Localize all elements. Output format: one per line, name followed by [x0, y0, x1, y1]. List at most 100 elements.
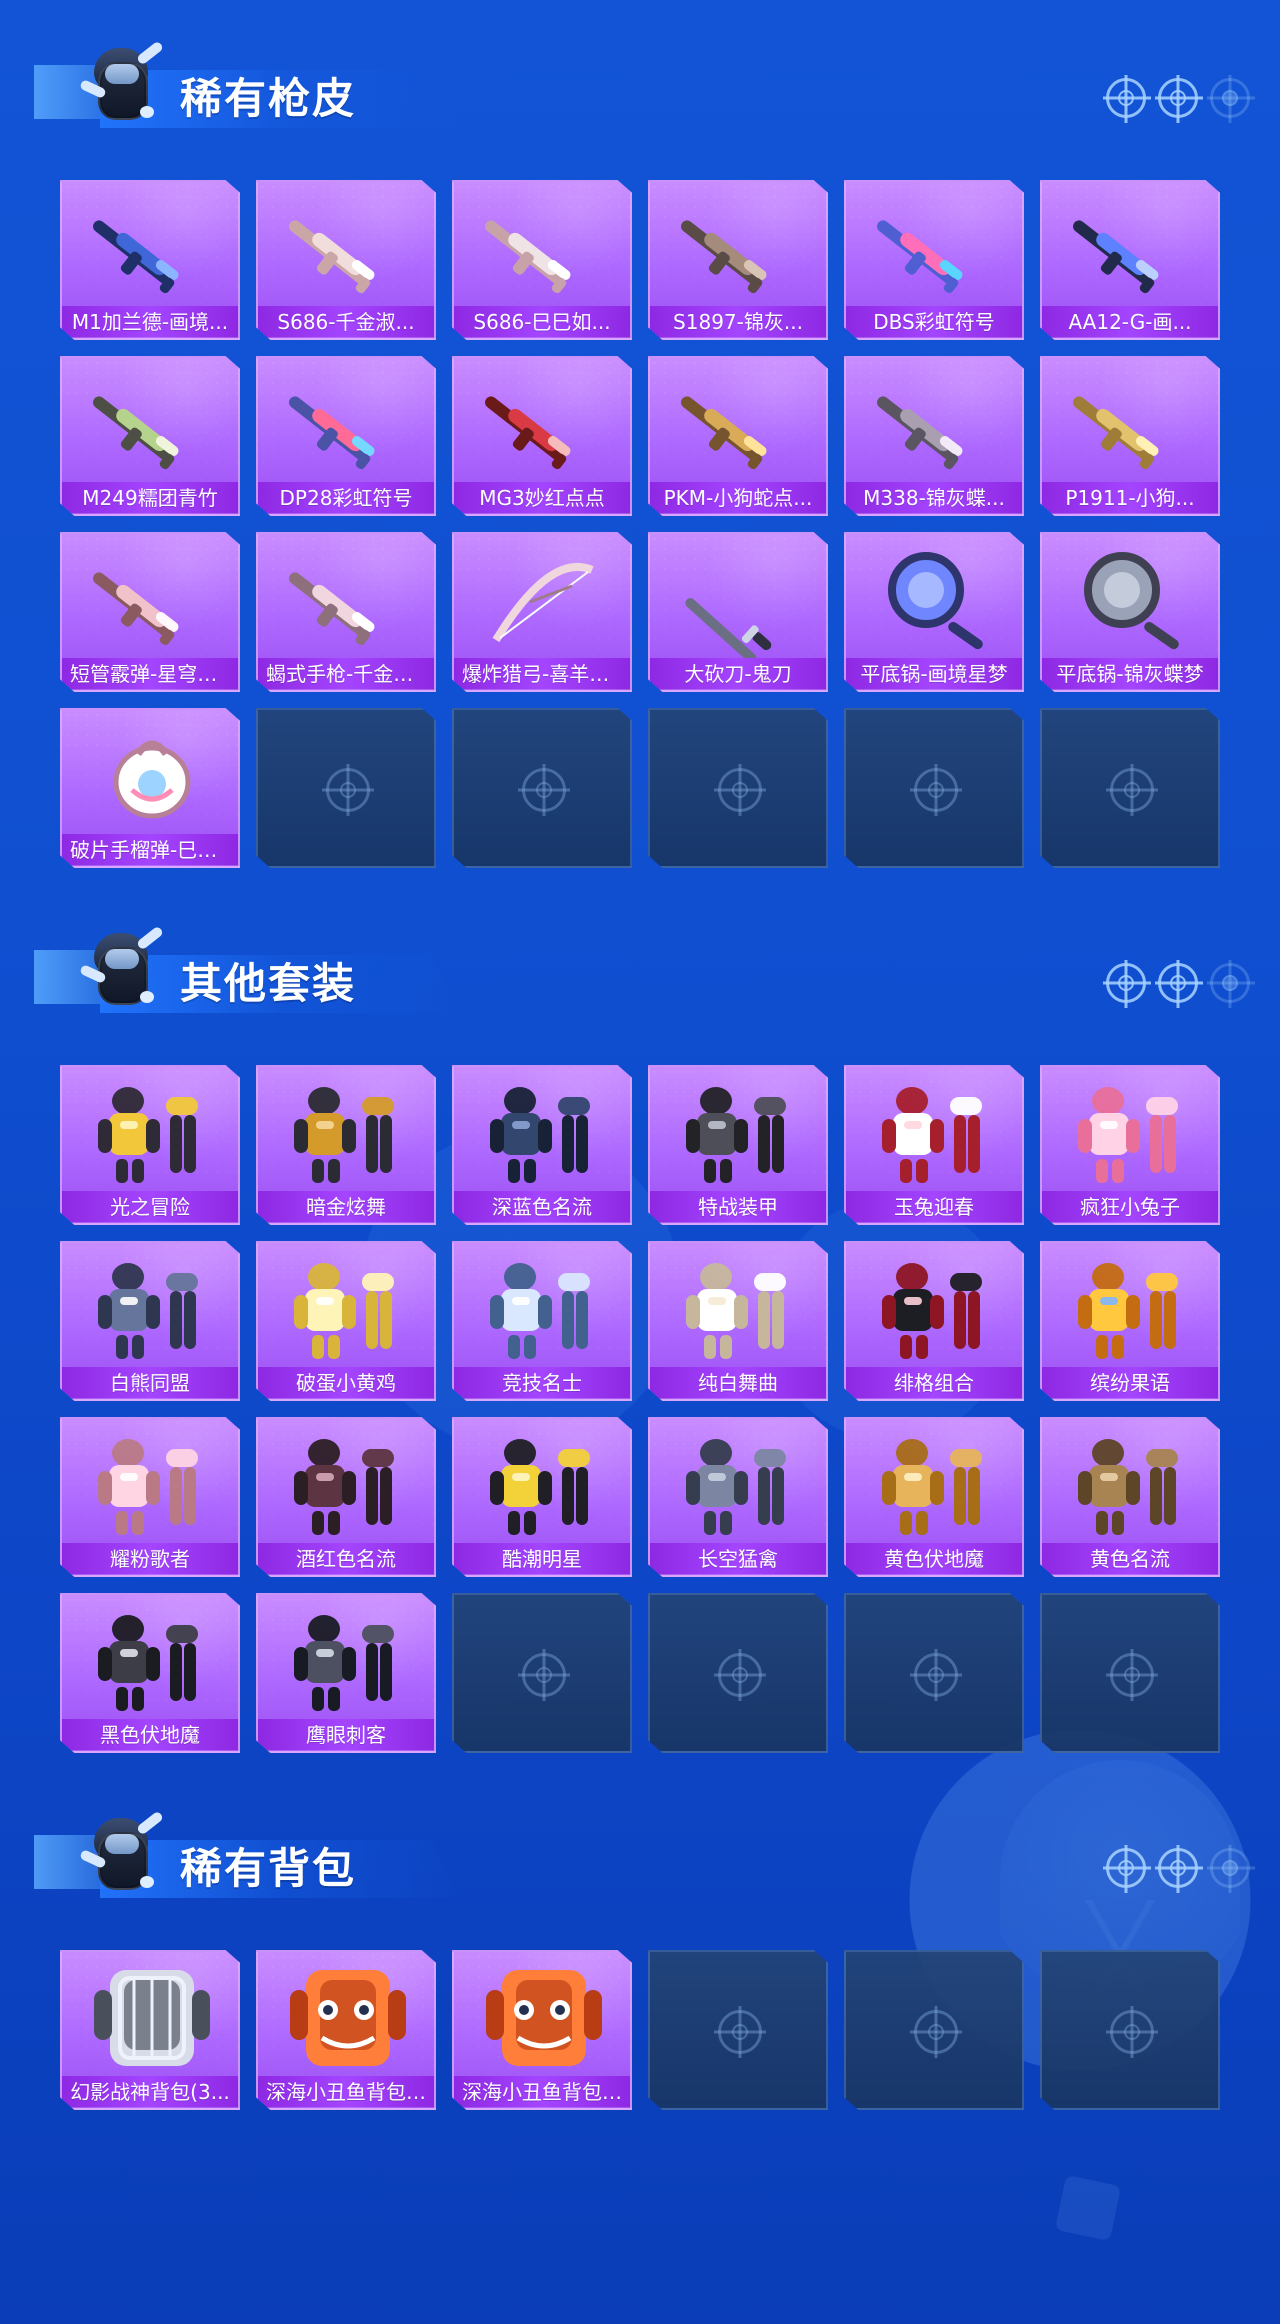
item-card[interactable]: 绯格组合 — [844, 1241, 1024, 1401]
item-label: PKM-小狗蛇点... — [663, 487, 813, 509]
crosshair-icon — [914, 1653, 958, 1697]
shotgun-dark-icon — [662, 192, 818, 310]
item-label: 爆炸猎弓-喜羊羊... — [462, 663, 622, 685]
item-label: 黄色伏地魔 — [884, 1548, 984, 1570]
suit-navy-icon — [466, 1077, 622, 1195]
crosshair-icon — [1210, 1848, 1250, 1888]
empty-slot — [648, 1950, 828, 2110]
item-card[interactable]: S686-千金淑... — [256, 180, 436, 340]
suit-red-white-icon — [858, 1077, 1014, 1195]
mascot-icon — [78, 1810, 166, 1910]
item-label: 缤纷果语 — [1090, 1372, 1170, 1394]
item-label: 玉兔迎春 — [894, 1196, 974, 1218]
item-card[interactable]: 纯白舞曲 — [648, 1241, 828, 1401]
smg-pink-icon — [270, 544, 426, 662]
item-card[interactable]: M249糯团青竹 — [60, 356, 240, 516]
item-card[interactable]: 特战装甲 — [648, 1065, 828, 1225]
crosshair-icon — [1210, 963, 1250, 1003]
item-card[interactable]: M1加兰德-画境... — [60, 180, 240, 340]
suit-orange-icon — [1054, 1253, 1210, 1371]
item-label: 破片手榴弹-巳巳... — [70, 839, 230, 861]
item-card[interactable]: 酷潮明星 — [452, 1417, 632, 1577]
suit-pink-icon — [74, 1429, 230, 1547]
item-card[interactable]: 黄色名流 — [1040, 1417, 1220, 1577]
item-card[interactable]: 白熊同盟 — [60, 1241, 240, 1401]
mascot-icon — [78, 40, 166, 140]
item-card[interactable]: 深海小丑鱼背包(... — [452, 1950, 632, 2110]
item-card[interactable]: PKM-小狗蛇点... — [648, 356, 828, 516]
item-label: 破蛋小黄鸡 — [296, 1372, 396, 1394]
suit-chick-icon — [270, 1253, 426, 1371]
item-card[interactable]: 幻影战神背包(3... — [60, 1950, 240, 2110]
suit-bear-icon — [74, 1253, 230, 1371]
item-label: 纯白舞曲 — [698, 1372, 778, 1394]
item-card[interactable]: 爆炸猎弓-喜羊羊... — [452, 532, 632, 692]
section-rare-backpacks: 稀有背包 幻影战神背包(3... 深海小丑鱼背包(... 深海小丑鱼背包(... — [0, 1810, 1280, 2170]
page: 稀有枪皮 M1加兰德-画境... S686-千金淑... S686-巳巳如... S1… — [0, 0, 1280, 2324]
shotgun-star-icon — [74, 544, 230, 662]
suit-pink-rabbit-icon — [1054, 1077, 1210, 1195]
item-card[interactable]: 竞技名士 — [452, 1241, 632, 1401]
mascot-icon — [78, 925, 166, 1025]
item-label: 深蓝色名流 — [492, 1196, 592, 1218]
item-card[interactable]: M338-锦灰蝶... — [844, 356, 1024, 516]
item-card[interactable]: 深蓝色名流 — [452, 1065, 632, 1225]
item-card[interactable]: S686-巳巳如... — [452, 180, 632, 340]
lmg-gold-icon — [662, 368, 818, 486]
item-card[interactable]: S1897-锦灰... — [648, 180, 828, 340]
section-rare-gun-skins: 稀有枪皮 M1加兰德-画境... S686-千金淑... S686-巳巳如... S1… — [0, 40, 1280, 900]
item-grid: 幻影战神背包(3... 深海小丑鱼背包(... 深海小丑鱼背包(... — [60, 1950, 1220, 2110]
item-label: S1897-锦灰... — [673, 311, 803, 333]
empty-slot — [452, 708, 632, 868]
empty-slot — [452, 1593, 632, 1753]
lmg-rainbow-icon — [270, 368, 426, 486]
item-card[interactable]: 耀粉歌者 — [60, 1417, 240, 1577]
crosshair-icon — [522, 768, 566, 812]
section-title: 其他套装 — [180, 959, 357, 1008]
item-card[interactable]: 暗金炫舞 — [256, 1065, 436, 1225]
shotgun-light-icon — [270, 192, 426, 310]
item-label: DBS彩虹符号 — [873, 311, 995, 333]
item-label: 大砍刀-鬼刀 — [684, 663, 792, 685]
item-label: M249糯团青竹 — [82, 487, 218, 509]
item-card[interactable]: 深海小丑鱼背包(... — [256, 1950, 436, 2110]
item-label: 深海小丑鱼背包(... — [266, 2081, 426, 2103]
item-card[interactable]: AA12-G-画... — [1040, 180, 1220, 340]
header-decorations — [1106, 1848, 1250, 1888]
crosshair-icon — [326, 768, 370, 812]
section-header: 稀有背包 — [30, 1810, 1250, 1910]
item-card[interactable]: 光之冒险 — [60, 1065, 240, 1225]
item-card[interactable]: DBS彩虹符号 — [844, 180, 1024, 340]
item-card[interactable]: MG3妙红点点 — [452, 356, 632, 516]
suit-black-hood-icon — [74, 1605, 230, 1723]
item-card[interactable]: 长空猛禽 — [648, 1417, 828, 1577]
item-card[interactable]: 平底锅-画境星梦 — [844, 532, 1024, 692]
item-card[interactable]: 平底锅-锦灰蝶梦 — [1040, 532, 1220, 692]
item-card[interactable]: 蝎式手枪-千金淑... — [256, 532, 436, 692]
item-label: M338-锦灰蝶... — [863, 487, 1005, 509]
item-card[interactable]: 鹰眼刺客 — [256, 1593, 436, 1753]
suit-brown-icon — [1054, 1429, 1210, 1547]
item-label: 黄色名流 — [1090, 1548, 1170, 1570]
item-card[interactable]: DP28彩虹符号 — [256, 356, 436, 516]
item-label: 平底锅-画境星梦 — [860, 663, 1008, 685]
item-card[interactable]: 黑色伏地魔 — [60, 1593, 240, 1753]
item-card[interactable]: 黄色伏地魔 — [844, 1417, 1024, 1577]
item-card[interactable]: 缤纷果语 — [1040, 1241, 1220, 1401]
item-card[interactable]: 破片手榴弹-巳巳... — [60, 708, 240, 868]
crosshair-icon — [1158, 1848, 1198, 1888]
item-card[interactable]: 短管霰弹-星穹味... — [60, 532, 240, 692]
item-card[interactable]: 大砍刀-鬼刀 — [648, 532, 828, 692]
item-label: 鹰眼刺客 — [306, 1724, 386, 1746]
crosshair-icon — [1110, 2010, 1154, 2054]
item-card[interactable]: 酒红色名流 — [256, 1417, 436, 1577]
item-card[interactable]: 玉兔迎春 — [844, 1065, 1024, 1225]
crosshair-icon — [1110, 1653, 1154, 1697]
item-card[interactable]: P1911-小狗... — [1040, 356, 1220, 516]
backpack-silver-icon — [74, 1962, 230, 2080]
item-label: S686-巳巳如... — [473, 311, 611, 333]
item-card[interactable]: 破蛋小黄鸡 — [256, 1241, 436, 1401]
item-card[interactable]: 疯狂小兔子 — [1040, 1065, 1220, 1225]
suit-wine-icon — [270, 1429, 426, 1547]
section-title: 稀有背包 — [180, 1844, 357, 1893]
